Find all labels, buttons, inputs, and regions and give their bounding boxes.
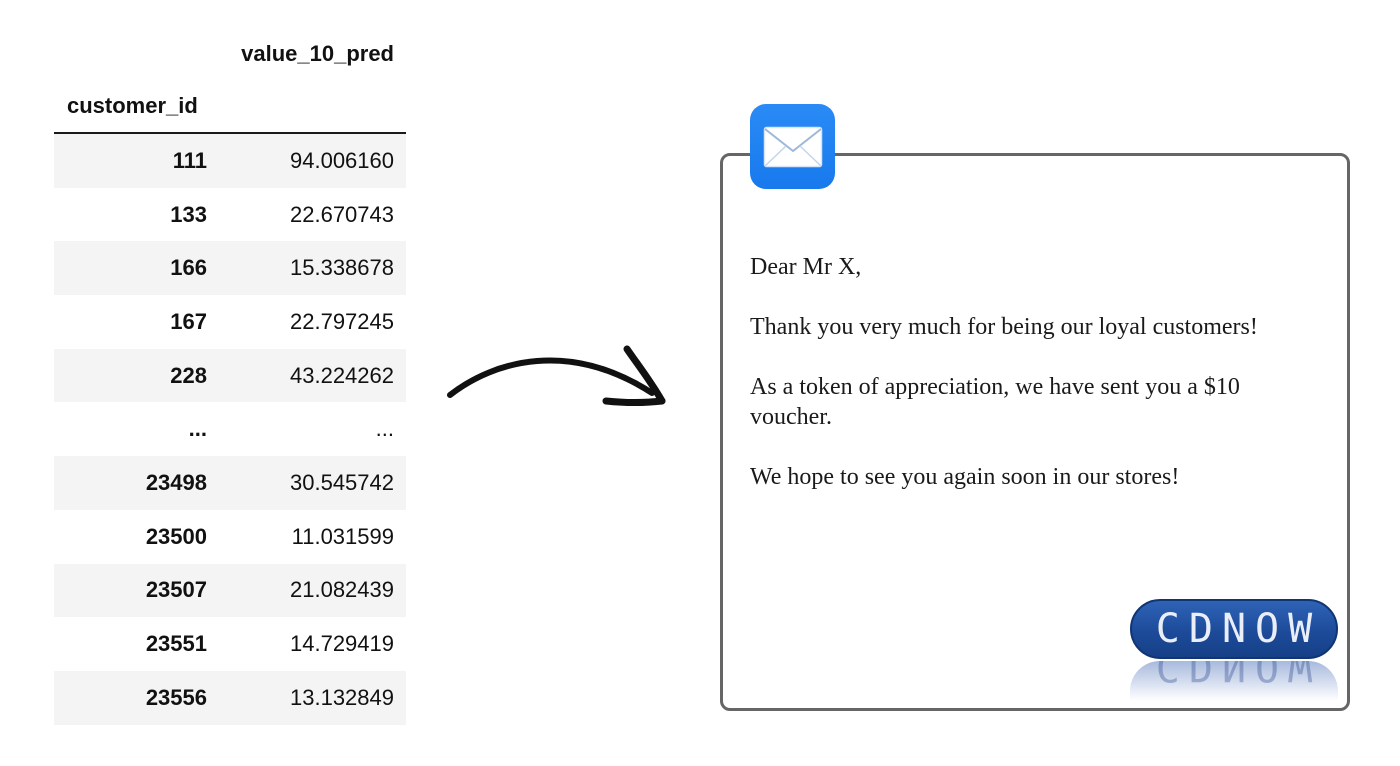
customer-id-cell: 23556: [145, 684, 207, 710]
customer-id-cell: 228: [170, 362, 207, 388]
letter-thanks: Thank you very much for being our loyal …: [750, 314, 1258, 340]
customer-id-cell: 23507: [145, 577, 207, 603]
cdnow-logo-reflection-text: CDNOW: [1155, 661, 1322, 689]
value-cell: 43.224262: [290, 362, 394, 388]
table-row: 166 15.338678: [54, 241, 406, 296]
table-row: 23556 13.132849: [54, 670, 406, 725]
letter-body: Dear Mr X, Thank you very much for being…: [750, 252, 1310, 522]
value-cell: 11.031599: [291, 523, 394, 549]
table-row: 111 94.006160: [54, 134, 406, 188]
value-cell: 94.006160: [290, 147, 394, 173]
mail-envelope-icon: [750, 104, 835, 189]
curved-arrow-icon: [447, 345, 666, 406]
customer-id-cell: 111: [172, 147, 207, 173]
cdnow-logo: CDNOW CDNOW: [1130, 599, 1338, 701]
cdnow-logo-badge: CDNOW: [1130, 599, 1338, 659]
customer-id-cell: 166: [170, 255, 207, 281]
letter-greeting: Dear Mr X,: [750, 254, 862, 280]
table-row: 23498 30.545742: [54, 456, 406, 510]
customer-id-cell: ...: [188, 416, 207, 442]
index-header: customer_id: [67, 93, 198, 118]
cdnow-logo-reflection: CDNOW: [1130, 661, 1338, 701]
value-cell: 30.545742: [290, 469, 394, 495]
customer-id-cell: 23498: [145, 469, 207, 495]
value-cell: 21.082439: [290, 577, 394, 603]
value-cell: 14.729419: [290, 631, 394, 657]
value-cell: ...: [375, 416, 394, 442]
value-cell: 22.797245: [290, 308, 394, 334]
letter-voucher: As a token of appreciation, we have sent…: [750, 374, 1240, 430]
table-header: value_10_pred: [54, 28, 406, 80]
table-row: 133 22.670743: [54, 188, 406, 242]
value-cell: 13.132849: [290, 684, 394, 710]
customer-id-cell: 133: [170, 201, 207, 227]
value-cell: 15.338678: [290, 255, 394, 281]
prediction-table: value_10_pred customer_id 111 94.006160 …: [54, 28, 406, 725]
table-row-ellipsis: ... ...: [54, 402, 406, 456]
letter-closing: We hope to see you again soon in our sto…: [750, 464, 1180, 490]
customer-id-cell: 23551: [145, 631, 207, 657]
table-row: 167 22.797245: [54, 295, 406, 349]
index-header-row: customer_id: [54, 80, 406, 132]
table-row: 23551 14.729419: [54, 617, 406, 671]
column-header: value_10_pred: [241, 41, 394, 66]
customer-id-cell: 167: [170, 308, 207, 334]
table-row: 228 43.224262: [54, 348, 406, 403]
value-cell: 22.670743: [290, 201, 394, 227]
table-row: 23507 21.082439: [54, 563, 406, 618]
customer-id-cell: 23500: [145, 523, 207, 549]
table-row: 23500 11.031599: [54, 510, 406, 564]
cdnow-logo-text: CDNOW: [1155, 606, 1322, 652]
